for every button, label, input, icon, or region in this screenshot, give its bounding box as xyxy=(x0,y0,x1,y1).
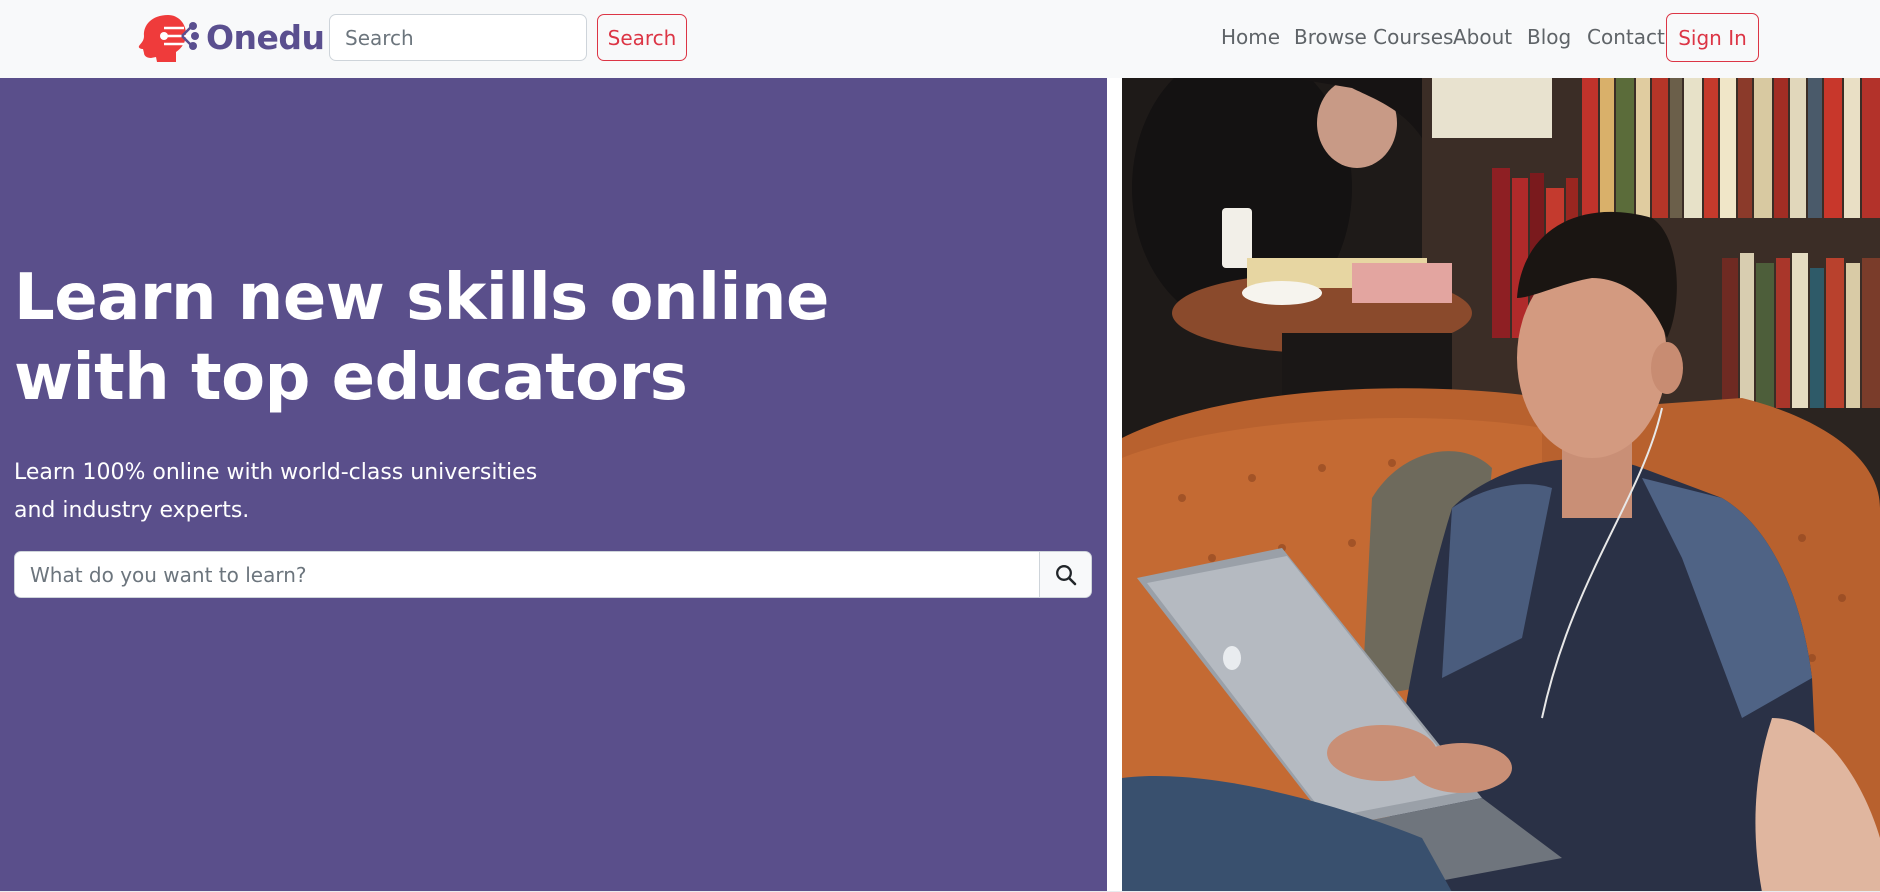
sign-in-button[interactable]: Sign In xyxy=(1666,13,1759,62)
hero-title-line-2: with top educators xyxy=(14,341,688,415)
nav-link-about[interactable]: About xyxy=(1453,14,1512,61)
search-icon xyxy=(1055,564,1076,585)
hero-title-line-1: Learn new skills online xyxy=(14,261,829,335)
hero-search-button[interactable] xyxy=(1039,552,1091,597)
nav-link-browse-courses[interactable]: Browse Courses xyxy=(1294,14,1453,61)
brand-name: Onedu xyxy=(206,17,325,57)
nav-search-input[interactable] xyxy=(329,14,587,61)
nav-search-button[interactable]: Search xyxy=(597,14,687,61)
hero-photo xyxy=(1122,78,1880,892)
hero-divider xyxy=(1107,78,1122,892)
brain-circuit-icon xyxy=(138,15,199,62)
student-with-laptop-photo xyxy=(1122,78,1880,892)
nav-link-blog[interactable]: Blog xyxy=(1527,14,1571,61)
hero-subtitle: Learn 100% online with world-class unive… xyxy=(14,454,574,530)
hero-search-group xyxy=(14,551,1092,598)
brand-logo-link[interactable]: Onedu xyxy=(138,12,325,62)
navbar: Onedu Search Home Browse Courses About B… xyxy=(0,0,1880,78)
nav-link-contact[interactable]: Contact xyxy=(1587,14,1665,61)
hero-subtitle-line-1: Learn 100% online with world-class unive… xyxy=(14,460,538,485)
hero-search-input[interactable] xyxy=(15,552,1039,597)
nav-link-home[interactable]: Home xyxy=(1221,14,1280,61)
hero-section: Learn new skills online with top educato… xyxy=(0,78,1107,892)
hero-subtitle-line-2: and industry experts. xyxy=(14,498,250,523)
hero-title: Learn new skills online with top educato… xyxy=(14,258,914,418)
